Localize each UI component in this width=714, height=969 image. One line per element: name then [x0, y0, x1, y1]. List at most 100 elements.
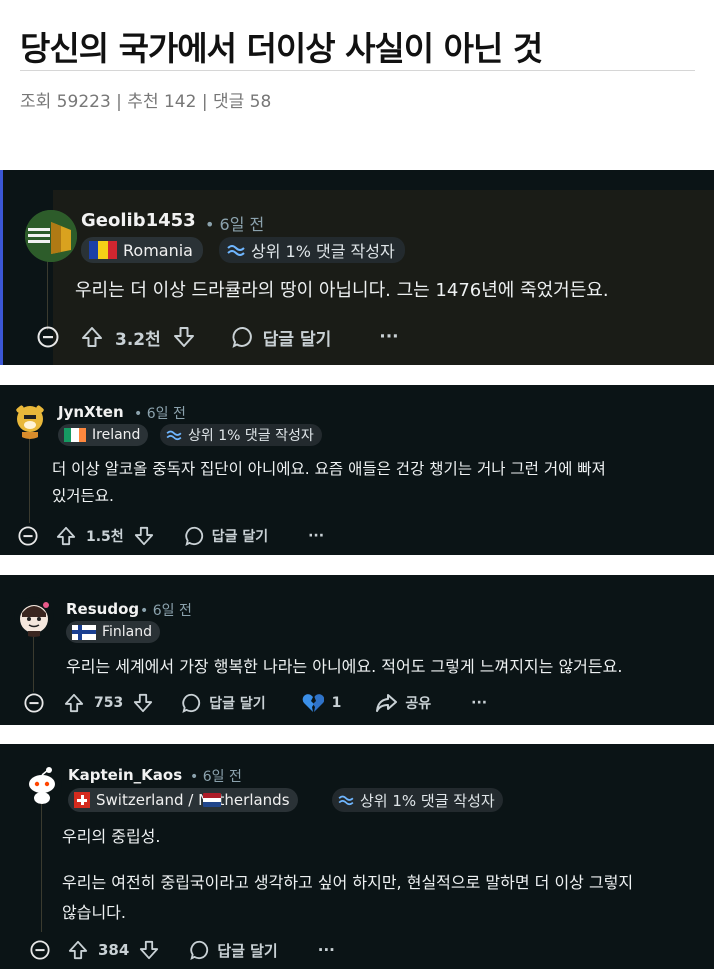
reply-button[interactable]: 답글 달기	[184, 525, 268, 547]
avatar[interactable]	[12, 403, 48, 439]
flair-label: Ireland	[92, 427, 141, 443]
top-commenter-badge: 상위 1% 댓글 작성자	[219, 237, 405, 263]
comment-text-line-1: 우리의 중립성.	[62, 827, 161, 846]
collapse-icon	[24, 693, 44, 713]
tiger-avatar-icon	[16, 405, 44, 439]
username[interactable]: Resudog	[66, 600, 139, 618]
username[interactable]: Kaptein_Kaos	[68, 766, 182, 784]
collapse-icon	[18, 526, 38, 546]
comment-age: • 6일 전	[190, 769, 242, 785]
avatar[interactable]	[14, 597, 54, 637]
comment-card-resudog: Resudog • 6일 전 Finland 우리는 세계에서 가장 행복한 나…	[0, 575, 714, 725]
award-count: 1	[331, 695, 342, 711]
comment-text-line-2: 우리는 여전히 중립국이라고 생각하고 싶어 하지만, 현실적으로 말하면 더 …	[62, 873, 634, 892]
wave-icon	[166, 430, 182, 441]
title-divider	[20, 70, 695, 71]
more-options-button[interactable]: ···	[308, 528, 324, 544]
share-icon	[376, 694, 398, 712]
username[interactable]: JynXten	[58, 403, 124, 421]
upvote-button[interactable]	[56, 526, 76, 546]
reply-button[interactable]: 답글 달기	[181, 692, 266, 714]
upvote-icon	[68, 940, 88, 960]
reply-bubble-icon	[182, 693, 201, 713]
more-options-button[interactable]: ···	[379, 327, 398, 347]
downvote-icon	[134, 526, 153, 546]
comment-actions: 753 답글 달기 1 공유 ···	[24, 691, 487, 715]
downvote-icon	[140, 940, 159, 960]
flair-label: Romania	[123, 240, 193, 260]
downvote-button[interactable]	[134, 526, 154, 546]
upvote-icon	[82, 327, 102, 347]
comment-actions: 384 답글 달기 ···	[30, 938, 335, 962]
upvote-icon	[64, 693, 84, 713]
downvote-button[interactable]	[173, 326, 195, 348]
comment-text-line-3: 않습니다.	[62, 903, 126, 922]
snoo-avatar-icon	[20, 602, 49, 637]
reply-bubble-icon	[232, 327, 252, 348]
top-commenter-badge: 상위 1% 댓글 작성자	[332, 788, 503, 812]
vote-count: 3.2천	[115, 329, 161, 350]
collapse-button[interactable]	[24, 693, 44, 713]
romania-flag-icon	[89, 241, 117, 259]
broken-heart-icon	[302, 694, 324, 712]
collapse-button[interactable]	[18, 526, 38, 546]
reply-label: 답글 달기	[217, 941, 278, 960]
finland-flag-icon	[72, 624, 96, 640]
vote-count: 384	[98, 941, 130, 959]
post-meta: 조회 59223 | 추천 142 | 댓글 58	[20, 92, 272, 112]
reply-label: 답글 달기	[262, 329, 332, 350]
comment-card-kaptein-kaos: Kaptein_Kaos • 6일 전 Switzerland / Nether…	[0, 744, 714, 969]
reply-button[interactable]: 답글 달기	[189, 939, 278, 961]
upvote-icon	[56, 526, 76, 546]
upvote-button[interactable]	[81, 326, 103, 348]
upvote-button[interactable]	[68, 940, 88, 960]
comment-text: 우리는 더 이상 드라큘라의 땅이 아닙니다. 그는 1476년에 죽었거든요.	[75, 280, 609, 301]
wave-icon	[338, 795, 354, 806]
geolib-avatar-icon	[25, 210, 77, 262]
thread-line	[33, 630, 34, 692]
user-flair: Switzerland / Netherlands	[68, 788, 298, 812]
collapse-button[interactable]	[37, 326, 59, 348]
award-button[interactable]: 1	[302, 693, 342, 713]
share-label: 공유	[405, 696, 432, 712]
more-options-button[interactable]: ···	[318, 941, 335, 959]
user-flair: Romania	[81, 237, 203, 263]
top-commenter-badge: 상위 1% 댓글 작성자	[160, 424, 322, 446]
user-flair: Ireland	[58, 424, 149, 446]
ireland-flag-icon	[64, 428, 86, 442]
vote-count: 1.5천	[86, 529, 124, 545]
comment-age: • 6일 전	[205, 215, 265, 234]
comment-age: • 6일 전	[140, 603, 192, 619]
comment-actions: 3.2천 답글 달기 ···	[37, 322, 399, 352]
share-button[interactable]: 공유	[375, 693, 431, 713]
avatar[interactable]	[22, 764, 62, 804]
badge-label: 상위 1% 댓글 작성자	[188, 428, 314, 444]
comment-text: 우리는 세계에서 가장 행복한 나라는 아니에요. 적어도 그렇게 느껴지지는 …	[66, 657, 623, 676]
reply-button[interactable]: 답글 달기	[231, 325, 331, 350]
upvote-button[interactable]	[64, 693, 84, 713]
downvote-button[interactable]	[133, 693, 153, 713]
wave-icon	[227, 245, 245, 256]
badge-label: 상위 1% 댓글 작성자	[360, 791, 495, 810]
flair-label: Switzerland / Netherlands	[96, 791, 290, 809]
collapse-button[interactable]	[30, 940, 50, 960]
badge-label: 상위 1% 댓글 작성자	[251, 242, 395, 261]
more-options-button[interactable]: ···	[471, 695, 487, 711]
downvote-icon	[173, 327, 194, 347]
username[interactable]: Geolib1453	[81, 210, 196, 231]
comment-actions: 1.5천 답글 달기 ···	[18, 524, 324, 548]
collapse-icon	[37, 326, 59, 348]
snoo-avatar-icon	[29, 767, 55, 804]
switzerland-flag-icon	[74, 792, 90, 808]
comment-card-jynxten: JynXten • 6일 전 Ireland 상위 1% 댓글 작성자 더 이상…	[0, 385, 714, 555]
avatar[interactable]	[25, 210, 77, 262]
thread-line	[29, 433, 30, 523]
collapse-icon	[30, 940, 50, 960]
downvote-button[interactable]	[139, 940, 159, 960]
comment-card-geolib1453: Geolib1453 • 6일 전 Romania 상위 1% 댓글 작성자 우…	[0, 170, 714, 365]
comment-text-line-2: 있거든요.	[52, 487, 114, 505]
reply-bubble-icon	[185, 526, 203, 546]
reply-bubble-icon	[190, 940, 209, 960]
reply-label: 답글 달기	[209, 696, 266, 712]
flair-label: Finland	[102, 624, 153, 640]
